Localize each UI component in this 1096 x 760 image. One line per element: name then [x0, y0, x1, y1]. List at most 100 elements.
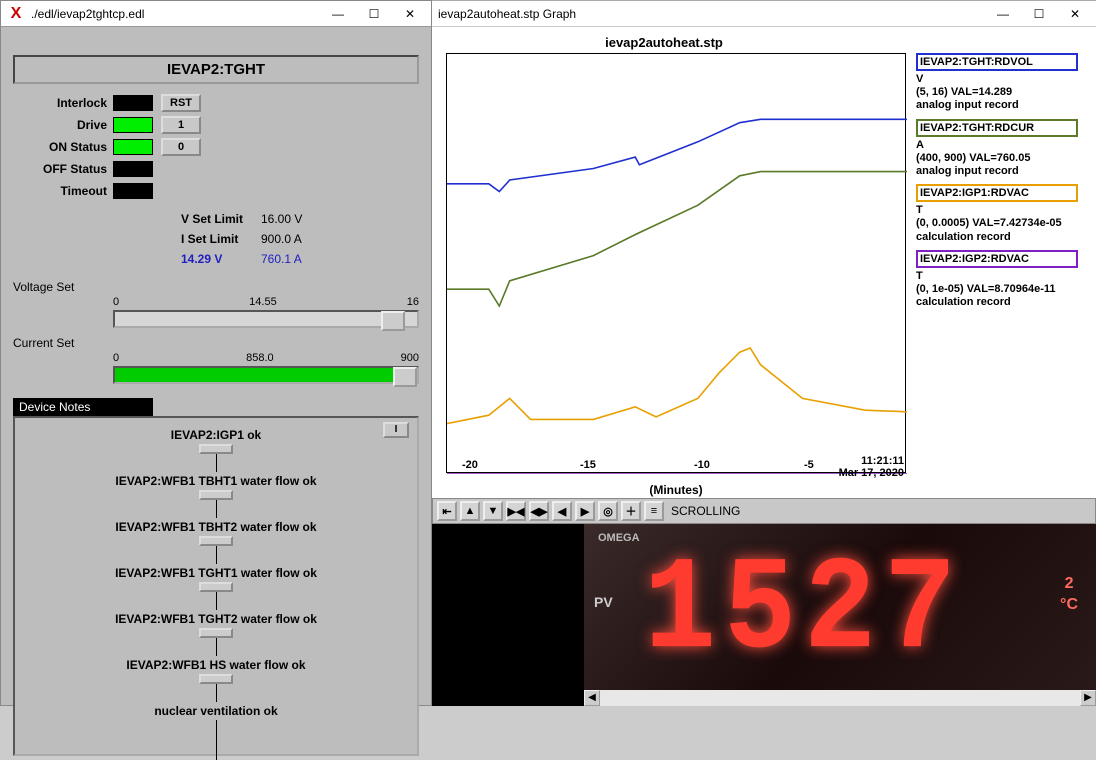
- xaxis-timestamp: 11:21:11 Mar 17, 2020: [839, 455, 904, 479]
- legend: IEVAP2:TGHT:RDVOLV(5, 16) VAL=14.289anal…: [916, 53, 1092, 315]
- legend-tag: IEVAP2:TGHT:RDCUR: [916, 119, 1078, 137]
- left-titlebar[interactable]: X ./edl/ievap2tghtcp.edl — ☐ ✕: [1, 1, 431, 27]
- iset-limit-value: 900.0 A: [261, 232, 331, 252]
- xaxis-label: (Minutes): [446, 483, 906, 497]
- live-current: 760.1 A: [261, 252, 331, 272]
- right-window-title: ievap2autoheat.stp Graph: [438, 7, 994, 21]
- voltage-slider[interactable]: [113, 310, 419, 328]
- toolbar-first-button[interactable]: ⇤: [437, 501, 457, 521]
- current-slider-thumb[interactable]: [393, 367, 417, 387]
- current-slider-fill: [115, 368, 396, 382]
- legend-text: T(0, 1e-05) VAL=8.70964e-11calculation r…: [916, 270, 1092, 310]
- camera-black-region: [432, 524, 584, 706]
- tree-node-box[interactable]: [199, 490, 233, 500]
- timeout-led: [113, 183, 153, 199]
- close-button[interactable]: ✕: [401, 5, 419, 23]
- interlock-tree: IEVAP2:IGP1 okIEVAP2:WFB1 TBHT1 water fl…: [21, 428, 411, 760]
- tree-node-box[interactable]: [199, 582, 233, 592]
- graph-title: ievap2autoheat.stp: [432, 35, 896, 50]
- voltage-slider-block: Voltage Set 0 14.55 16: [13, 278, 419, 328]
- toolbar-prev-button[interactable]: ▶◀: [506, 501, 526, 521]
- toolbar-down-button[interactable]: ▼: [483, 501, 503, 521]
- voltage-set-label: Voltage Set: [13, 280, 107, 294]
- series-line: [447, 172, 907, 306]
- graph-maximize-button[interactable]: ☐: [1030, 5, 1048, 23]
- drive-led: [113, 117, 153, 133]
- legend-tag: IEVAP2:TGHT:RDVOL: [916, 53, 1078, 71]
- tree-node-box[interactable]: [199, 674, 233, 684]
- off-status-led: [113, 161, 153, 177]
- graph-minimize-button[interactable]: —: [994, 5, 1012, 23]
- plot-rect[interactable]: [446, 53, 906, 473]
- toolbar-up-button[interactable]: ▲: [460, 501, 480, 521]
- xorg-icon: X: [7, 5, 25, 23]
- tree-node: nuclear ventilation ok: [21, 704, 411, 718]
- timeout-label: Timeout: [1, 184, 107, 198]
- one-button[interactable]: 1: [161, 116, 201, 134]
- toolbar-next-button[interactable]: ◀▶: [529, 501, 549, 521]
- vset-limit-label: V Set Limit: [181, 212, 261, 232]
- info-button[interactable]: I: [383, 422, 409, 438]
- toolbar-right-button[interactable]: ▶: [575, 501, 595, 521]
- legend-item: IEVAP2:IGP1:RDVAC T(0, 0.0005) VAL=7.4273…: [916, 184, 1092, 244]
- legend-tag: IEVAP2:IGP1:RDVAC: [916, 184, 1078, 202]
- tree-node-box[interactable]: [199, 444, 233, 454]
- tree-node: IEVAP2:WFB1 TGHT1 water flow ok: [21, 566, 411, 580]
- xtick: -10: [694, 459, 710, 471]
- camera-panel: OMEGA PV 1527 2°C ◀ ▶: [432, 524, 1096, 706]
- edl-control-window: X ./edl/ievap2tghtcp.edl — ☐ ✕ IEVAP2:TG…: [0, 0, 432, 706]
- on-status-led: [113, 139, 153, 155]
- tree-node-box[interactable]: [199, 628, 233, 638]
- legend-tag: IEVAP2:IGP2:RDVAC: [916, 250, 1078, 268]
- right-titlebar[interactable]: ievap2autoheat.stp Graph — ☐ ✕: [432, 1, 1096, 27]
- current-slider-block: Current Set 0 858.0 900: [13, 334, 419, 384]
- temperature-readout: 1527: [644, 537, 964, 687]
- omega-brand-label: OMEGA: [598, 532, 640, 544]
- voltage-min: 0: [113, 296, 119, 308]
- legend-item: IEVAP2:TGHT:RDVOLV(5, 16) VAL=14.289anal…: [916, 53, 1092, 113]
- voltage-mid: 14.55: [249, 296, 277, 308]
- current-slider[interactable]: [113, 366, 419, 384]
- camera-scrollbar[interactable]: ◀ ▶: [584, 690, 1096, 706]
- series-line: [447, 119, 907, 191]
- left-window-title: ./edl/ievap2tghtcp.edl: [31, 7, 329, 21]
- pv-label: PV: [594, 594, 613, 610]
- current-min: 0: [113, 352, 119, 364]
- toolbar-left-button[interactable]: ◀: [552, 501, 572, 521]
- legend-text: A(400, 900) VAL=760.05analog input recor…: [916, 139, 1092, 179]
- graph-area: ievap2autoheat.stp -20 -15 -10 -5 11:21:…: [432, 27, 1096, 501]
- interlock-label: Interlock: [1, 96, 107, 110]
- tree-node: IEVAP2:IGP1 ok: [21, 428, 411, 442]
- graph-toolbar: ⇤ ▲ ▼ ▶◀ ◀▶ ◀ ▶ ◎ ＋ ≡ SCROLLING: [432, 498, 1096, 524]
- vset-limit-value: 16.00 V: [261, 212, 331, 232]
- graph-window: ievap2autoheat.stp Graph — ☐ ✕ ievap2aut…: [432, 0, 1096, 500]
- scroll-right-icon[interactable]: ▶: [1080, 690, 1096, 706]
- zero-button[interactable]: 0: [161, 138, 201, 156]
- minimize-button[interactable]: —: [329, 5, 347, 23]
- drive-label: Drive: [1, 118, 107, 132]
- toolbar-plus-button[interactable]: ＋: [621, 501, 641, 521]
- current-set-label: Current Set: [13, 336, 107, 350]
- toolbar-bars-button[interactable]: ≡: [644, 501, 664, 521]
- scroll-track[interactable]: [600, 690, 1080, 706]
- graph-close-button[interactable]: ✕: [1066, 5, 1084, 23]
- xtick: -5: [804, 459, 814, 471]
- toolbar-target-button[interactable]: ◎: [598, 501, 618, 521]
- on-status-label: ON Status: [1, 140, 107, 154]
- toolbar-mode-label: SCROLLING: [671, 504, 740, 518]
- plot-svg: [447, 54, 907, 474]
- xtick: -15: [580, 459, 596, 471]
- legend-item: IEVAP2:TGHT:RDCUR A(400, 900) VAL=760.05a…: [916, 119, 1092, 179]
- tree-node: IEVAP2:WFB1 TGHT2 water flow ok: [21, 612, 411, 626]
- voltage-slider-thumb[interactable]: [381, 311, 405, 331]
- off-status-label: OFF Status: [1, 162, 107, 176]
- panel-heading: IEVAP2:TGHT: [13, 55, 419, 84]
- camera-feed: OMEGA PV 1527 2°C ◀ ▶: [584, 524, 1096, 706]
- rst-button[interactable]: RST: [161, 94, 201, 112]
- interlock-led: [113, 95, 153, 111]
- scroll-left-icon[interactable]: ◀: [584, 690, 600, 706]
- tree-node-box[interactable]: [199, 536, 233, 546]
- set-limits-block: V Set Limit 16.00 V I Set Limit 900.0 A …: [181, 212, 431, 272]
- legend-text: T(0, 0.0005) VAL=7.42734e-05calculation …: [916, 204, 1092, 244]
- maximize-button[interactable]: ☐: [365, 5, 383, 23]
